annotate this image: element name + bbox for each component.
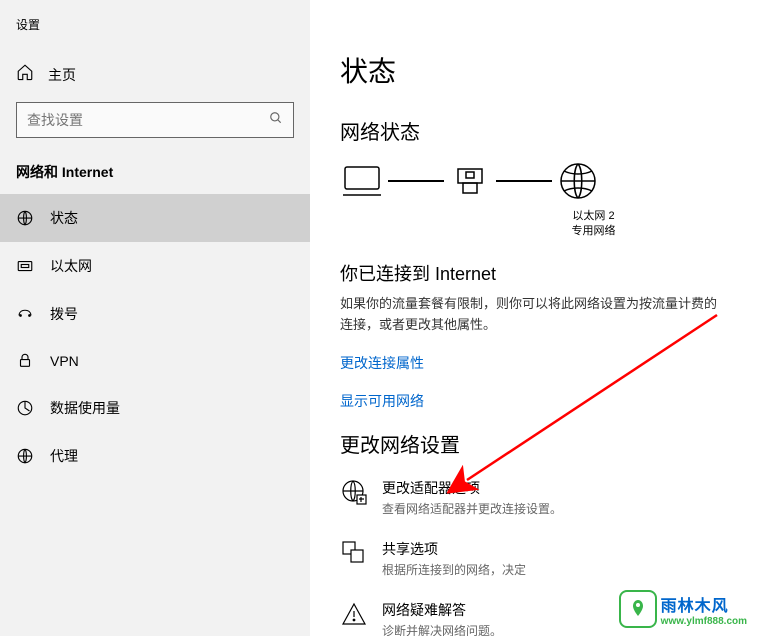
- network-diagram: [340, 161, 727, 201]
- app-title: 设置: [0, 12, 310, 53]
- ethernet-type: 专用网络: [460, 224, 727, 239]
- nav-label: 状态: [50, 208, 78, 228]
- nav-item-ethernet[interactable]: 以太网: [0, 242, 310, 290]
- share-icon: [340, 539, 368, 567]
- change-network-settings-title: 更改网络设置: [340, 429, 727, 458]
- connection-line: [388, 180, 444, 182]
- diagram-labels: 以太网 2 专用网络: [460, 209, 727, 240]
- search-input[interactable]: [27, 112, 269, 128]
- nav-label: VPN: [50, 353, 79, 369]
- page-title: 状态: [340, 50, 727, 90]
- globe-adapter-icon: [340, 478, 368, 506]
- search-icon: [269, 111, 283, 130]
- watermark-url: www.ylmf888.com: [661, 616, 747, 627]
- search-input-container[interactable]: [16, 102, 294, 138]
- nav-label: 代理: [50, 446, 78, 466]
- connected-title: 你已连接到 Internet: [340, 260, 727, 286]
- watermark: 雨林木风 www.ylmf888.com: [619, 590, 747, 628]
- main-content: 状态 网络状态 以太网 2 专用网络 你已连接到 Internet 如果你的流量…: [310, 0, 757, 636]
- router-icon: [448, 161, 492, 201]
- globe-icon: [556, 161, 600, 201]
- nav-item-dialup[interactable]: 拨号: [0, 290, 310, 338]
- nav-label: 拨号: [50, 304, 78, 324]
- connection-line: [496, 180, 552, 182]
- proxy-icon: [16, 447, 34, 465]
- home-label: 主页: [48, 65, 76, 85]
- troubleshoot-icon: [340, 600, 368, 628]
- network-status-title: 网络状态: [340, 116, 727, 145]
- computer-icon: [340, 161, 384, 201]
- option-title: 更改适配器选项: [382, 478, 562, 498]
- status-icon: [16, 209, 34, 227]
- change-connection-props-link[interactable]: 更改连接属性: [340, 353, 727, 373]
- watermark-text: 雨林木风: [661, 592, 747, 616]
- nav-item-status[interactable]: 状态: [0, 194, 310, 242]
- nav-item-data-usage[interactable]: 数据使用量: [0, 384, 310, 432]
- option-title: 网络疑难解答: [382, 600, 502, 620]
- nav-label: 数据使用量: [50, 398, 120, 418]
- dialup-icon: [16, 305, 34, 323]
- option-desc: 查看网络适配器并更改连接设置。: [382, 500, 562, 517]
- vpn-icon: [16, 352, 34, 370]
- data-usage-icon: [16, 399, 34, 417]
- option-desc: 根据所连接到的网络，决定: [382, 561, 526, 578]
- option-sharing[interactable]: 共享选项 根据所连接到的网络，决定: [340, 539, 727, 578]
- sidebar-section-header: 网络和 Internet: [0, 162, 310, 194]
- ethernet-icon: [16, 257, 34, 275]
- nav-label: 以太网: [50, 256, 92, 276]
- watermark-logo-icon: [619, 590, 657, 628]
- sidebar: 设置 主页 网络和 Internet 状态 以太网 拨号 VPN 数据使用量 代…: [0, 0, 310, 636]
- nav-item-vpn[interactable]: VPN: [0, 338, 310, 384]
- option-desc: 诊断并解决网络问题。: [382, 622, 502, 636]
- show-available-networks-link[interactable]: 显示可用网络: [340, 391, 727, 411]
- home-icon: [16, 63, 34, 86]
- option-title: 共享选项: [382, 539, 526, 559]
- home-button[interactable]: 主页: [0, 53, 310, 102]
- connected-description: 如果你的流量套餐有限制，则你可以将此网络设置为按流量计费的连接，或者更改其他属性…: [340, 294, 727, 336]
- option-adapter[interactable]: 更改适配器选项 查看网络适配器并更改连接设置。: [340, 478, 727, 517]
- nav-item-proxy[interactable]: 代理: [0, 432, 310, 480]
- ethernet-name: 以太网 2: [460, 209, 727, 224]
